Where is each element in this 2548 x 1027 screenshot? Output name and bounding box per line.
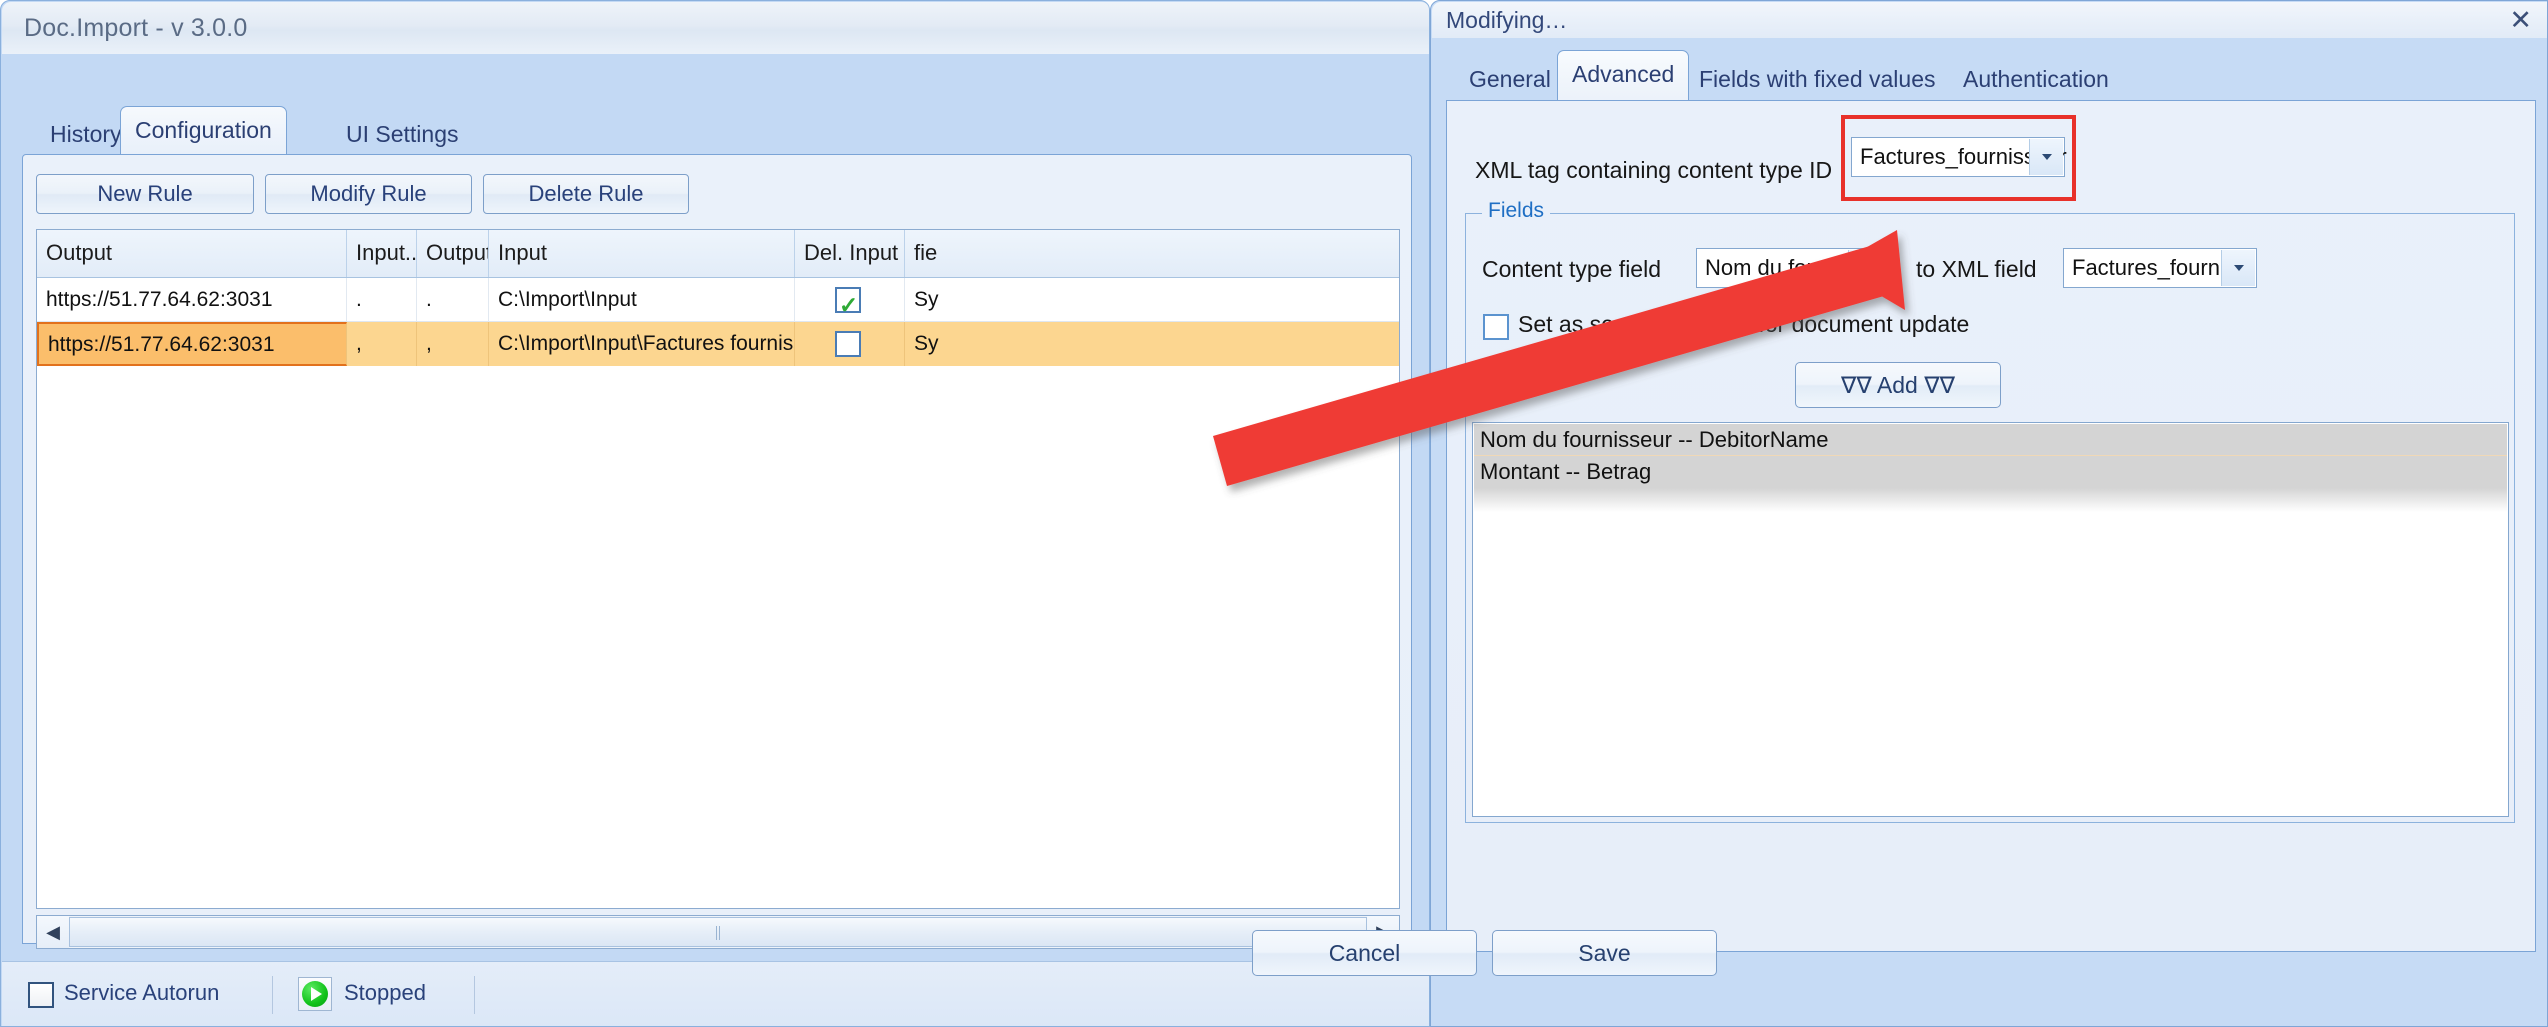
cell-output-selected[interactable]: https://51.77.64.62:3031	[37, 322, 347, 366]
tab-fields-with-fixed-values[interactable]: Fields with fixed values	[1685, 59, 1950, 100]
fields-groupbox-title: Fields	[1482, 199, 1551, 223]
content-type-field-combo[interactable]: Nom du fourniss	[1696, 248, 1884, 288]
del-input-checkbox-checked[interactable]: ✓	[835, 287, 861, 318]
play-icon[interactable]	[298, 977, 332, 1011]
to-xml-field-label: to XML field	[1916, 256, 2037, 282]
listbox-empty-area	[1474, 488, 2507, 512]
rules-grid-header: Output Input... Output... Input Del. Inp…	[37, 230, 1399, 278]
column-header-output-sep[interactable]: Output...	[417, 230, 489, 277]
cell-input-sep[interactable]: ,	[347, 322, 417, 366]
search-identifier-checkbox[interactable]	[1483, 314, 1509, 340]
fields-groupbox: Fields Content type field Nom du fournis…	[1465, 199, 2515, 823]
tab-general[interactable]: General	[1455, 59, 1565, 100]
cell-del-input[interactable]	[795, 322, 905, 366]
add-mapping-button[interactable]: ∇∇ Add ∇∇	[1795, 362, 2001, 408]
xml-tag-label: XML tag containing content type ID	[1475, 157, 1833, 183]
advanced-tab-page: XML tag containing content type ID Factu…	[1446, 100, 2536, 952]
main-window-title: Doc.Import - v 3.0.0	[24, 14, 248, 42]
list-item[interactable]: Montant -- Betrag	[1474, 456, 2507, 488]
del-input-checkbox-unchecked[interactable]	[835, 331, 861, 357]
rules-grid[interactable]: Output Input... Output... Input Del. Inp…	[36, 229, 1400, 909]
dialog-titlebar: Modifying… ✕	[1432, 2, 2547, 38]
tab-configuration[interactable]: Configuration	[120, 106, 287, 155]
dialog-body: General Advanced Fields with fixed value…	[1432, 38, 2547, 1026]
column-header-del-input[interactable]: Del. Input	[795, 230, 905, 277]
scrollbar-track[interactable]	[69, 917, 1367, 947]
to-xml-field-combo[interactable]: Factures_fourniss	[2063, 248, 2257, 288]
modifying-dialog: Modifying… ✕ General Advanced Fields wit…	[1430, 0, 2548, 1027]
tab-advanced[interactable]: Advanced	[1557, 50, 1690, 100]
main-window: Doc.Import - v 3.0.0 History Configurati…	[0, 0, 1430, 1027]
status-badge: Stopped	[344, 980, 426, 1005]
chevron-down-icon[interactable]	[1848, 250, 1882, 286]
column-header-input[interactable]: Input	[489, 230, 795, 277]
cell-input-sep[interactable]: .	[347, 278, 417, 322]
cancel-button[interactable]: Cancel	[1252, 930, 1477, 976]
main-window-titlebar: Doc.Import - v 3.0.0	[2, 2, 1429, 54]
table-row[interactable]: https://51.77.64.62:3031 , , C:\Import\I…	[37, 322, 1399, 366]
content-type-field-value: Nom du fourniss	[1705, 255, 1866, 280]
cell-fie[interactable]: Sy	[905, 322, 1399, 366]
chevron-down-icon[interactable]	[2029, 139, 2063, 175]
cell-fie[interactable]: Sy	[905, 278, 1399, 322]
service-autorun-label: Service Autorun	[64, 980, 220, 1005]
modify-rule-button[interactable]: Modify Rule	[265, 174, 472, 214]
status-separator	[272, 976, 273, 1014]
search-identifier-label: Set as search identifier for document up…	[1518, 311, 1970, 337]
save-button[interactable]: Save	[1492, 930, 1717, 976]
dialog-tabstrip: General Advanced Fields with fixed value…	[1446, 50, 2536, 100]
cell-del-input[interactable]: ✓	[795, 278, 905, 322]
status-separator	[474, 976, 475, 1014]
status-bar: Service Autorun Stopped	[2, 961, 1429, 1026]
play-triangle	[311, 987, 322, 1001]
content-type-field-label: Content type field	[1482, 256, 1662, 282]
list-item[interactable]: Nom du fournisseur -- DebitorName	[1474, 424, 2507, 456]
scrollbar-grip-icon	[716, 926, 720, 940]
service-autorun-checkbox[interactable]	[28, 982, 54, 1008]
column-header-output[interactable]: Output	[37, 230, 347, 277]
field-mapping-listbox[interactable]: Nom du fournisseur -- DebitorName Montan…	[1472, 422, 2509, 817]
cell-output-sep[interactable]: .	[417, 278, 489, 322]
scroll-left-arrow-icon[interactable]: ◀	[37, 916, 69, 948]
close-icon[interactable]: ✕	[2509, 4, 2532, 37]
delete-rule-button[interactable]: Delete Rule	[483, 174, 689, 214]
tab-ui-settings[interactable]: UI Settings	[332, 114, 473, 154]
chevron-down-icon[interactable]	[2221, 250, 2255, 286]
column-header-input-sep[interactable]: Input...	[347, 230, 417, 277]
column-header-fie[interactable]: fie	[905, 230, 1399, 277]
configuration-tab-page: New Rule Modify Rule Delete Rule Output …	[22, 154, 1412, 949]
grid-horizontal-scrollbar[interactable]: ◀ ▶	[36, 915, 1400, 949]
tab-authentication[interactable]: Authentication	[1949, 59, 2123, 100]
cell-output-sep[interactable]: ,	[417, 322, 489, 366]
xml-tag-combo[interactable]: Factures_fournisseur	[1851, 137, 2067, 177]
new-rule-button[interactable]: New Rule	[36, 174, 254, 214]
cell-output[interactable]: https://51.77.64.62:3031	[37, 278, 347, 322]
main-tabstrip: History Configuration UI Settings	[22, 106, 1412, 155]
screenshot-root: Doc.Import - v 3.0.0 History Configurati…	[0, 0, 2548, 1027]
dialog-title: Modifying…	[1446, 7, 1568, 33]
cell-input-path[interactable]: C:\Import\Input\Factures fournisse	[489, 322, 795, 366]
scrollbar-thumb[interactable]	[69, 917, 1367, 947]
main-window-body: History Configuration UI Settings New Ru…	[2, 54, 1429, 1026]
cell-input-path[interactable]: C:\Import\Input	[489, 278, 795, 322]
table-row[interactable]: https://51.77.64.62:3031 . . C:\Import\I…	[37, 278, 1399, 322]
checkmark-icon: ✓	[839, 292, 859, 318]
